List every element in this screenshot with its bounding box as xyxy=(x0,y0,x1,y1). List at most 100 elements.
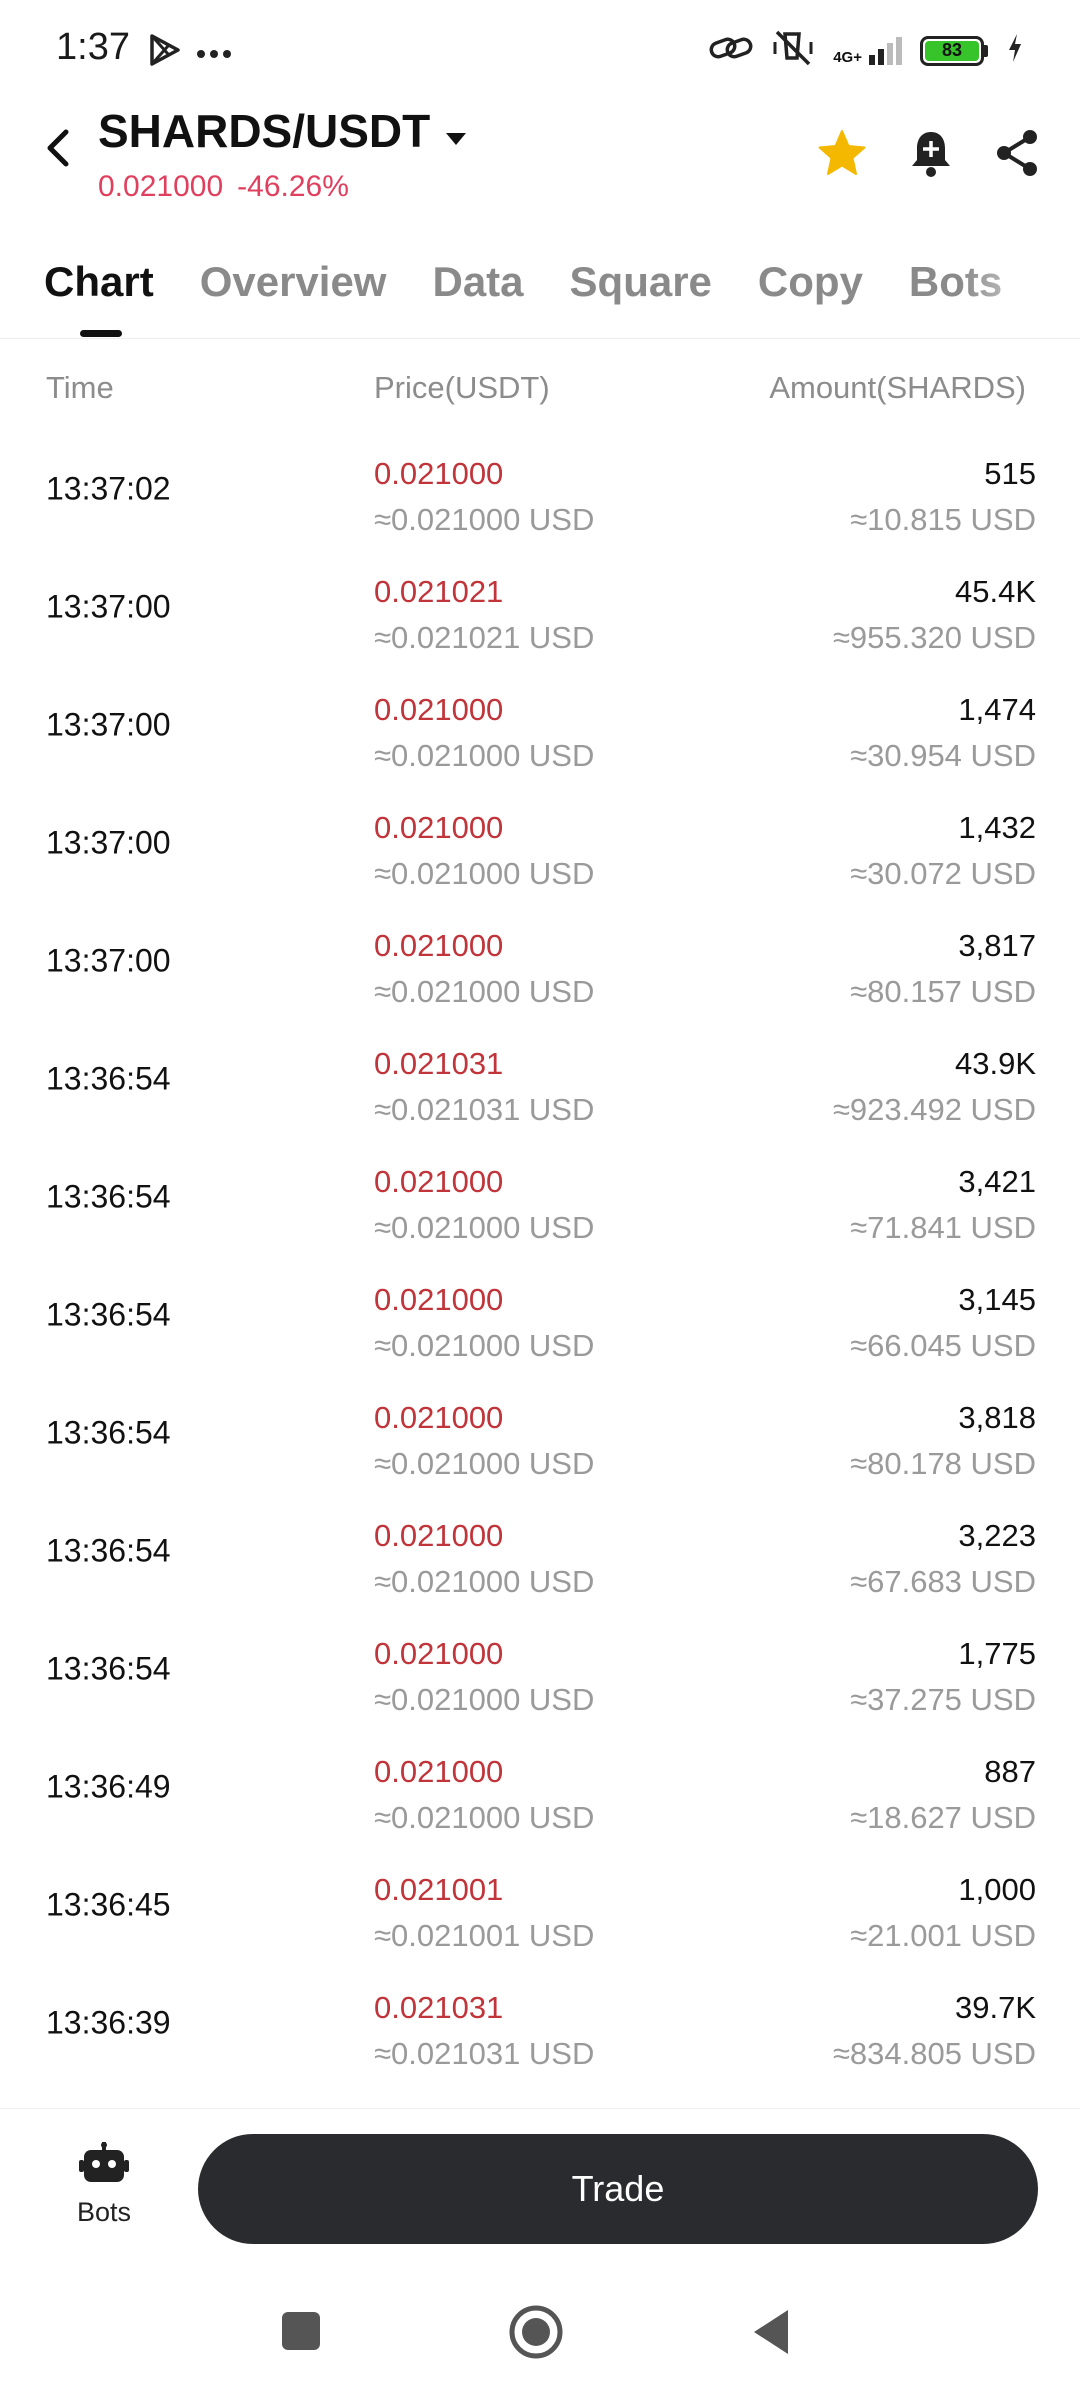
table-row: 13:36:39 0.021031 ≈0.021031 USD 39.7K ≈834.8… xyxy=(0,1964,1080,2082)
trade-amount-usd: ≈955.320 USD xyxy=(832,620,1036,655)
bots-button[interactable]: Bots xyxy=(54,2142,154,2228)
table-row: 13:37:00 0.021000 ≈0.021000 USD 1,432 ≈30.07… xyxy=(0,784,1080,902)
trade-price: 0.021000 xyxy=(374,692,504,727)
trade-time: 13:37:02 xyxy=(46,470,171,507)
trade-amount: 1,474 xyxy=(958,692,1036,727)
trade-time: 13:37:00 xyxy=(46,588,171,625)
trade-amount-usd: ≈30.072 USD xyxy=(850,856,1036,891)
table-row: 13:36:54 0.021000 ≈0.021000 USD 3,818 ≈80.17… xyxy=(0,1374,1080,1492)
table-row: 13:37:00 0.021000 ≈0.021000 USD 3,817 ≈80.15… xyxy=(0,902,1080,1020)
trade-price: 0.021000 xyxy=(374,810,504,845)
trade-price-usd: ≈0.021000 USD xyxy=(374,1446,595,1481)
battery-icon: 83 xyxy=(920,35,988,66)
trade-price: 0.021031 xyxy=(374,1046,504,1081)
trade-amount-usd: ≈80.157 USD xyxy=(850,974,1036,1009)
table-row: 13:36:54 0.021000 ≈0.021000 USD 1,775 ≈37.27… xyxy=(0,1610,1080,1728)
trade-amount-usd: ≈30.954 USD xyxy=(850,738,1036,773)
status-time: 1:37 xyxy=(56,26,130,68)
trade-amount: 3,817 xyxy=(958,928,1036,963)
trade-amount-usd: ≈923.492 USD xyxy=(832,1092,1036,1127)
table-row: 13:37:00 0.021021 ≈0.021021 USD 45.4K ≈955.3… xyxy=(0,548,1080,666)
trade-amount-usd: ≈18.627 USD xyxy=(850,1800,1036,1835)
trade-time: 13:36:45 xyxy=(46,1886,171,1923)
price-line: 0.021000 -46.26% xyxy=(98,170,349,204)
trade-amount: 3,818 xyxy=(958,1400,1036,1435)
trade-price: 0.021000 xyxy=(374,928,504,963)
trade-amount: 45.4K xyxy=(954,574,1036,609)
tab-chart[interactable]: Chart xyxy=(44,258,154,306)
bell-plus-icon[interactable] xyxy=(908,128,954,183)
trade-price: 0.021000 xyxy=(374,456,504,491)
trade-time: 13:37:00 xyxy=(46,824,171,861)
trade-price: 0.021021 xyxy=(374,574,504,609)
nav-square-icon[interactable] xyxy=(280,2310,322,2357)
table-row: 13:36:49 0.021000 ≈0.021000 USD 887 ≈18.627 … xyxy=(0,1728,1080,1846)
back-arrow-icon[interactable] xyxy=(42,126,74,175)
trade-price: 0.021001 xyxy=(374,1872,504,1907)
link-icon xyxy=(709,33,753,68)
bots-label: Bots xyxy=(76,2197,132,2227)
share-icon[interactable] xyxy=(994,128,1040,183)
trades-list: 13:37:02 0.021000 ≈0.021000 USD 515 ≈10.815 … xyxy=(0,430,1080,2082)
trade-price-usd: ≈0.021000 USD xyxy=(374,1682,595,1717)
trade-price-usd: ≈0.021001 USD xyxy=(374,1918,595,1953)
column-header-price: Price(USDT) xyxy=(374,370,550,405)
trade-amount-usd: ≈10.815 USD xyxy=(850,502,1036,537)
star-icon[interactable] xyxy=(816,128,868,183)
trade-amount: 887 xyxy=(984,1754,1036,1789)
tab-bar: Chart Overview Data Square Copy Bots xyxy=(44,258,1002,306)
last-price: 0.021000 xyxy=(98,170,224,203)
trade-price-usd: ≈0.021000 USD xyxy=(374,974,595,1009)
trade-time: 13:36:54 xyxy=(46,1178,171,1215)
trade-price: 0.021000 xyxy=(374,1282,504,1317)
nav-back-icon[interactable] xyxy=(750,2308,792,2361)
robot-icon xyxy=(54,2142,154,2191)
trade-price-usd: ≈0.021000 USD xyxy=(374,856,595,891)
trade-price-usd: ≈0.021000 USD xyxy=(374,1328,595,1363)
trade-amount-usd: ≈21.001 USD xyxy=(850,1918,1036,1953)
pair-selector[interactable]: SHARDS/USDT xyxy=(98,104,468,158)
trade-amount: 1,775 xyxy=(958,1636,1036,1671)
trade-amount: 1,000 xyxy=(958,1872,1036,1907)
trade-amount-usd: ≈67.683 USD xyxy=(850,1564,1036,1599)
trade-price: 0.021031 xyxy=(374,1990,504,2025)
tab-data[interactable]: Data xyxy=(432,258,523,306)
trade-price: 0.021000 xyxy=(374,1164,504,1199)
network-label: 4G+ xyxy=(833,48,862,66)
table-row: 13:36:54 0.021031 ≈0.021031 USD 43.9K ≈923.4… xyxy=(0,1020,1080,1138)
trade-price-usd: ≈0.021000 USD xyxy=(374,1210,595,1245)
trade-time: 13:36:54 xyxy=(46,1060,171,1097)
trade-amount: 3,145 xyxy=(958,1282,1036,1317)
trade-amount: 515 xyxy=(984,456,1036,491)
trade-time: 13:37:00 xyxy=(46,706,171,743)
header-actions xyxy=(816,128,1040,183)
table-row: 13:36:54 0.021000 ≈0.021000 USD 3,421 ≈71.84… xyxy=(0,1138,1080,1256)
trade-price: 0.021000 xyxy=(374,1400,504,1435)
trade-amount: 3,421 xyxy=(958,1164,1036,1199)
trade-time: 13:36:54 xyxy=(46,1532,171,1569)
trade-amount-usd: ≈37.275 USD xyxy=(850,1682,1036,1717)
trade-price-usd: ≈0.021021 USD xyxy=(374,620,595,655)
divider xyxy=(0,338,1080,339)
table-row: 13:37:00 0.021000 ≈0.021000 USD 1,474 ≈30.95… xyxy=(0,666,1080,784)
tab-overview[interactable]: Overview xyxy=(200,258,387,306)
trade-price: 0.021000 xyxy=(374,1754,504,1789)
charging-icon xyxy=(1006,32,1024,69)
tab-copy[interactable]: Copy xyxy=(758,258,863,306)
trade-time: 13:36:54 xyxy=(46,1650,171,1687)
battery-level: 83 xyxy=(925,40,979,61)
divider xyxy=(0,2108,1080,2109)
nav-home-icon[interactable] xyxy=(508,2304,564,2365)
dropdown-caret-icon xyxy=(444,104,468,158)
tabs-fade xyxy=(960,250,1080,320)
table-row: 13:36:45 0.021001 ≈0.021001 USD 1,000 ≈21.00… xyxy=(0,1846,1080,1964)
column-header-time: Time xyxy=(46,370,114,405)
trade-amount: 43.9K xyxy=(954,1046,1036,1081)
tab-square[interactable]: Square xyxy=(570,258,712,306)
trade-price-usd: ≈0.021031 USD xyxy=(374,1092,595,1127)
trade-button[interactable]: Trade xyxy=(198,2134,1038,2244)
trade-amount-usd: ≈80.178 USD xyxy=(850,1446,1036,1481)
trade-price-usd: ≈0.021000 USD xyxy=(374,1564,595,1599)
trade-amount-usd: ≈66.045 USD xyxy=(850,1328,1036,1363)
trade-price-usd: ≈0.021031 USD xyxy=(374,2036,595,2071)
